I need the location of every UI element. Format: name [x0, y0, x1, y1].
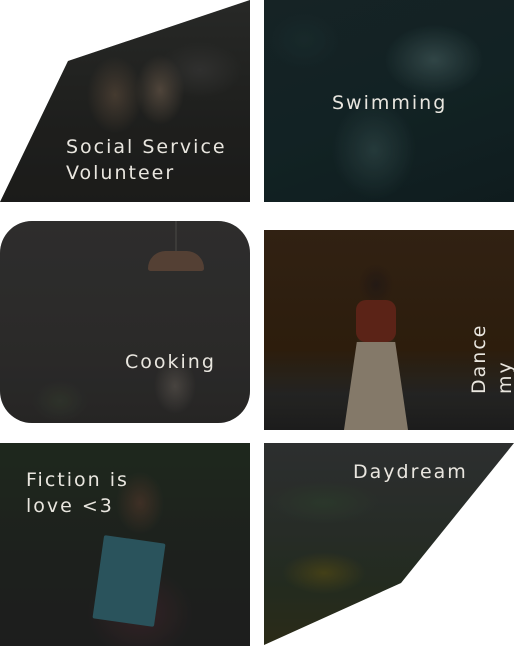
tile-daydream[interactable]: Daydream: [264, 443, 514, 645]
tile-label-swimming: Swimming: [332, 92, 448, 114]
tile-dance[interactable]: Dance my heart out: [264, 230, 514, 430]
tile-cooking[interactable]: Cooking: [0, 221, 250, 423]
photo-overlay: [0, 221, 250, 423]
tile-social-service[interactable]: Social Service Volunteer: [0, 0, 250, 202]
tile-label-cooking: Cooking: [125, 351, 216, 373]
tile-label-dance: Dance my heart out: [468, 323, 514, 394]
tile-fiction[interactable]: Fiction is love <3: [0, 443, 250, 646]
tile-label-fiction: Fiction is love <3: [26, 469, 129, 517]
tile-swimming[interactable]: Swimming: [264, 0, 514, 202]
tile-label-daydream: Daydream: [353, 461, 468, 483]
tile-label-social-service: Social Service Volunteer: [66, 136, 227, 184]
